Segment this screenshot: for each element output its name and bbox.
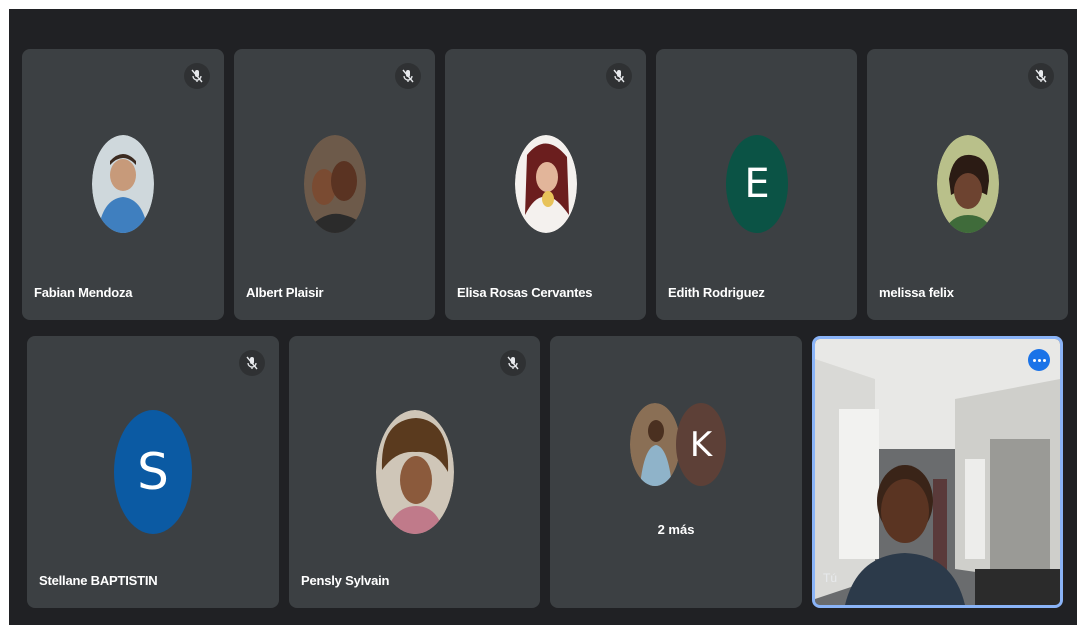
- more-participants-label: 2 más: [657, 522, 695, 537]
- participant-tile[interactable]: Elisa Rosas Cervantes: [445, 49, 646, 320]
- avatar: [515, 135, 577, 233]
- participant-name: Fabian Mendoza: [34, 285, 133, 300]
- avatar: [304, 135, 366, 233]
- avatar: [937, 135, 999, 233]
- participant-tile[interactable]: E Edith Rodriguez: [656, 49, 857, 320]
- participant-name: Elisa Rosas Cervantes: [457, 285, 593, 300]
- avatar: [92, 135, 154, 233]
- participant-tile[interactable]: Albert Plaisir: [234, 49, 435, 320]
- self-label: Tú: [823, 571, 838, 585]
- participant-tile[interactable]: Fabian Mendoza: [22, 49, 224, 320]
- more-participants-tile[interactable]: K 2 más: [550, 336, 802, 608]
- participant-name: Pensly Sylvain: [301, 573, 390, 588]
- avatar: [630, 403, 680, 486]
- avatar: S: [114, 410, 192, 534]
- participant-tile[interactable]: Pensly Sylvain: [289, 336, 540, 608]
- mic-off-icon: [500, 350, 526, 376]
- avatar-letter: K: [689, 424, 713, 465]
- avatar: [376, 410, 454, 534]
- meeting-grid: Fabian Mendoza Albert Plaisir Elisa Rosa…: [9, 9, 1077, 625]
- participant-name: melissa felix: [879, 285, 954, 300]
- mic-off-icon: [239, 350, 265, 376]
- mic-off-icon: [395, 63, 421, 89]
- mic-off-icon: [184, 63, 210, 89]
- mic-off-icon: [1028, 63, 1054, 89]
- participant-tile[interactable]: S Stellane BAPTISTIN: [27, 336, 279, 608]
- participant-name: Stellane BAPTISTIN: [39, 573, 158, 588]
- more-options-icon[interactable]: [1028, 349, 1050, 371]
- self-video-feed: [815, 339, 1060, 605]
- participant-tile[interactable]: melissa felix: [867, 49, 1068, 320]
- participant-name: Albert Plaisir: [246, 285, 324, 300]
- avatar: E: [726, 135, 788, 233]
- participant-name: Edith Rodriguez: [668, 285, 765, 300]
- avatar: K: [676, 403, 726, 486]
- avatar-letter: S: [137, 443, 169, 501]
- avatar-letter: E: [744, 161, 770, 207]
- self-video-tile[interactable]: Tú: [812, 336, 1063, 608]
- mic-off-icon: [606, 63, 632, 89]
